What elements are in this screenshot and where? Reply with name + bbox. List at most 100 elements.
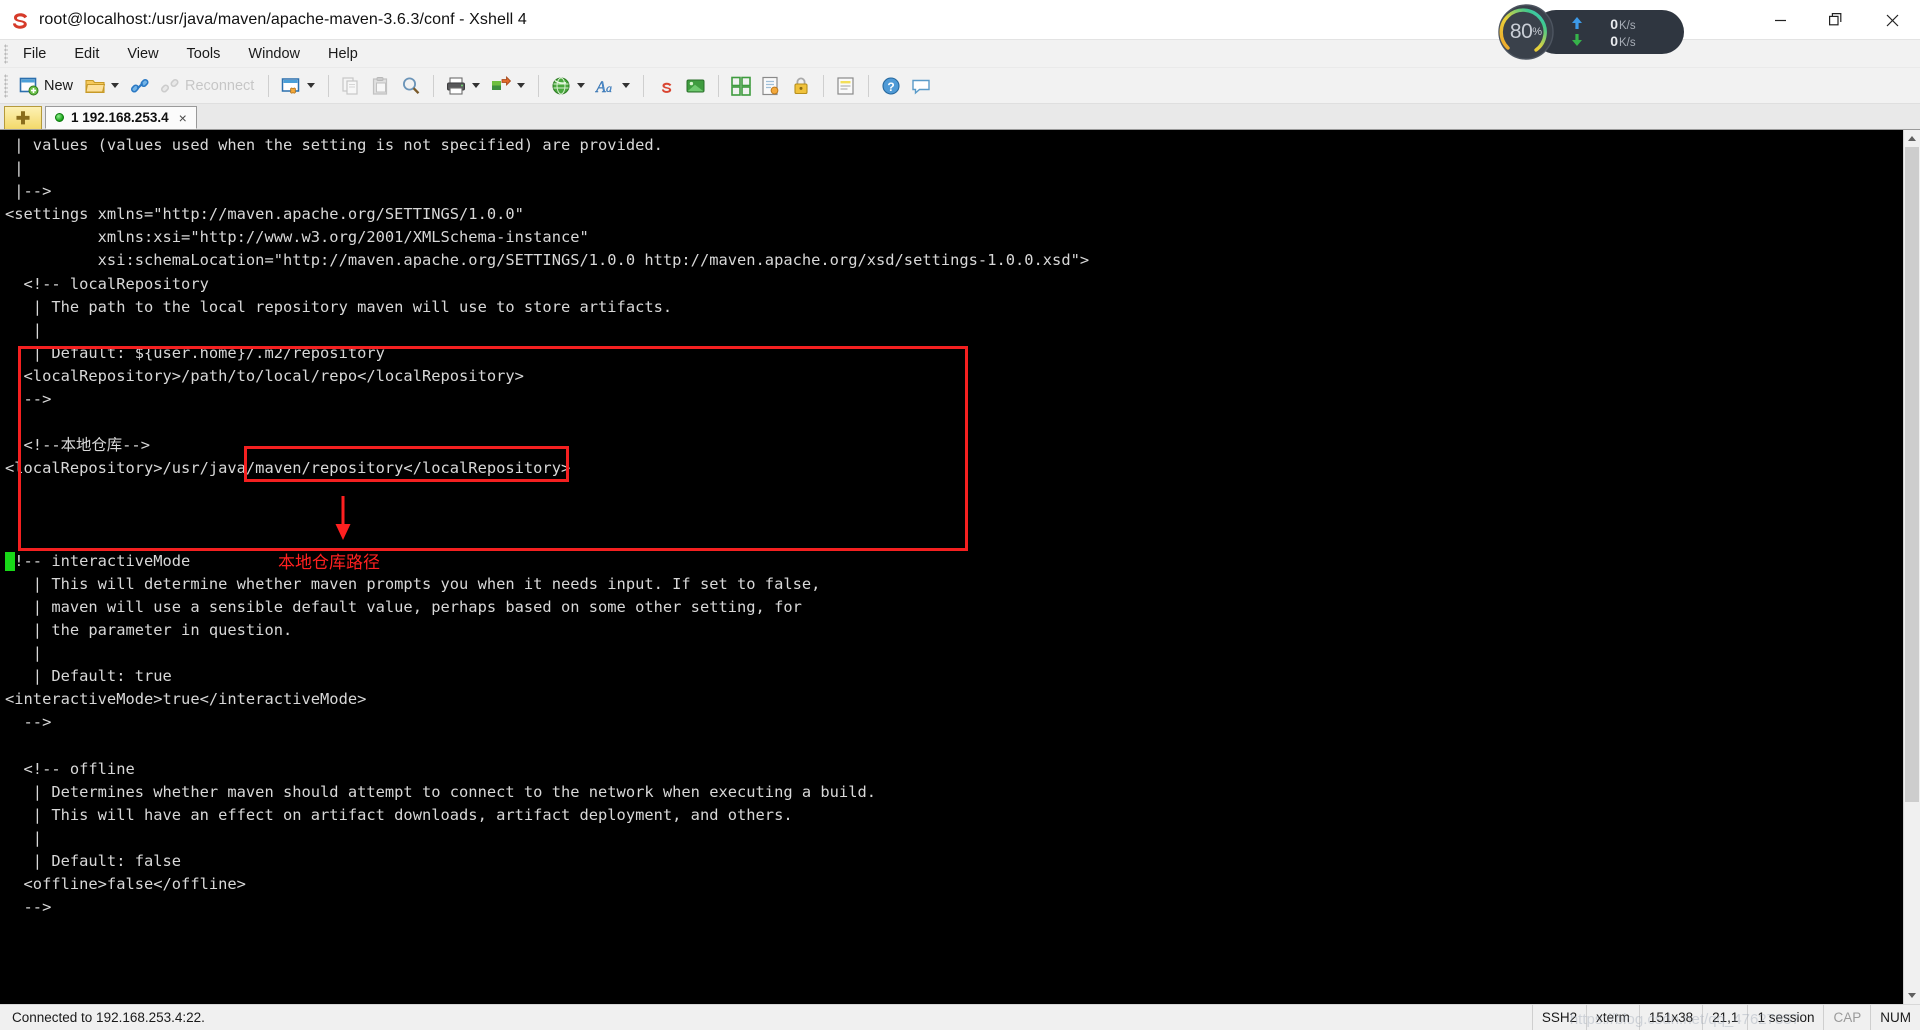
web-browser-button[interactable]: [546, 72, 591, 100]
reconnect-button[interactable]: Reconnect: [155, 72, 261, 100]
copy-button[interactable]: [336, 72, 366, 100]
chat-icon: [910, 75, 932, 97]
terminal-line: | Determines whether maven should attemp…: [5, 782, 876, 801]
menu-help[interactable]: Help: [317, 43, 369, 65]
terminal-line: <settings xmlns="http://maven.apache.org…: [5, 205, 524, 224]
highlight-icon: [835, 75, 857, 97]
arrow-down-icon: [1572, 33, 1582, 48]
log-button[interactable]: [756, 72, 786, 100]
terminal-scrollbar[interactable]: [1903, 130, 1920, 1004]
menu-view[interactable]: View: [116, 43, 169, 65]
terminal-line: | maven will use a sensible default valu…: [5, 597, 802, 616]
help-icon: ?: [880, 75, 902, 97]
find-button[interactable]: [396, 72, 426, 100]
connection-status: Connected to 192.168.253.4:22.: [12, 1010, 205, 1025]
web-browser-icon: [550, 75, 572, 97]
new-session-button[interactable]: New: [14, 72, 80, 100]
terminal-line: <!--本地仓库-->: [5, 436, 150, 455]
upload-speed-value: 0: [1610, 15, 1618, 32]
terminal-line: | the parameter in question.: [5, 620, 293, 639]
web-browser-caret-icon[interactable]: [577, 83, 586, 88]
toolbar-separator-2: [328, 74, 330, 97]
terminal-area: | values (values used when the setting i…: [0, 130, 1920, 1004]
gauge-percent-value: 80: [1509, 20, 1533, 43]
toolbar-separator-6: [718, 74, 720, 97]
arrow-up-icon: [1572, 16, 1582, 31]
upload-speed-unit: K/s: [1619, 19, 1636, 32]
print-caret-icon[interactable]: [472, 83, 481, 88]
connect-button[interactable]: [125, 72, 155, 100]
scrollbar-thumb[interactable]: [1905, 147, 1919, 803]
toolbar-separator-3: [433, 74, 435, 97]
help-button[interactable]: ?: [876, 72, 906, 100]
paste-button[interactable]: [366, 72, 396, 100]
terminal-output[interactable]: | values (values used when the setting i…: [0, 130, 1903, 1004]
tab-close-icon[interactable]: ×: [176, 111, 190, 125]
maximize-button[interactable]: [1808, 0, 1864, 40]
zmodem-transfer-button[interactable]: [651, 72, 681, 100]
session-properties-button[interactable]: [276, 72, 321, 100]
toolbar-separator-7: [823, 74, 825, 97]
download-speed-unit: K/s: [1619, 36, 1636, 49]
toolbar-separator-4: [538, 74, 540, 97]
terminal-line: xsi:schemaLocation="http://maven.apache.…: [5, 251, 1090, 270]
open-folder-icon: [84, 75, 106, 97]
highlight-button[interactable]: [831, 72, 861, 100]
compose-bar-button[interactable]: [726, 72, 756, 100]
status-bar: Connected to 192.168.253.4:22. https://b…: [0, 1004, 1920, 1030]
session-properties-caret-icon[interactable]: [307, 83, 316, 88]
scrollbar-track[interactable]: [1904, 147, 1920, 987]
chevron-up-icon: [1908, 136, 1916, 141]
chevron-down-icon: [1908, 993, 1916, 998]
menu-tools[interactable]: Tools: [176, 43, 232, 65]
terminal-tab-1[interactable]: 1 192.168.253.4 ×: [45, 106, 197, 129]
new-tab-button[interactable]: ✚: [4, 106, 42, 129]
menu-file[interactable]: File: [12, 43, 57, 65]
svg-text:?: ?: [888, 80, 895, 94]
print-icon: [445, 75, 467, 97]
menu-edit[interactable]: Edit: [63, 43, 110, 65]
terminal-line: | Default: true: [5, 667, 172, 686]
compose-bar-icon: [730, 75, 752, 97]
file-transfer-caret-icon[interactable]: [517, 83, 526, 88]
find-icon: [400, 75, 422, 97]
status-protocol: SSH2: [1531, 1005, 1586, 1030]
terminal-line: |-->: [5, 182, 52, 201]
toolbar: New Reconnect A a ?: [0, 68, 1920, 104]
gauge-percent-unit: %: [1532, 26, 1543, 38]
terminal-line: <!-- localRepository: [5, 274, 209, 293]
lock-icon: [790, 75, 812, 97]
font-caret-icon[interactable]: [622, 83, 631, 88]
zmodem-transfer-icon: [655, 75, 677, 97]
xftp-button[interactable]: [681, 72, 711, 100]
font-button[interactable]: A a: [591, 72, 636, 100]
terminal-line: |: [5, 644, 43, 663]
lock-button[interactable]: [786, 72, 816, 100]
open-session-caret-icon[interactable]: [111, 83, 120, 88]
print-button[interactable]: [441, 72, 486, 100]
upload-speed-row: 0 K/s: [1572, 16, 1684, 32]
network-speed-widget[interactable]: 0 K/s 0 K/s 80 %: [1498, 4, 1684, 60]
scroll-up-button[interactable]: [1904, 130, 1920, 147]
tab-label: 1 192.168.253.4: [71, 110, 169, 125]
terminal-line: <localRepository>/usr/java/maven/reposit…: [5, 459, 571, 478]
terminal-line: -->: [5, 390, 52, 409]
network-speed-pill: 0 K/s 0 K/s: [1534, 10, 1684, 54]
close-button[interactable]: [1864, 0, 1920, 40]
paste-icon: [370, 75, 392, 97]
file-transfer-button[interactable]: [486, 72, 531, 100]
log-icon: [760, 75, 782, 97]
chat-button[interactable]: [906, 72, 936, 100]
terminal-line: | Default: false: [5, 851, 182, 870]
scroll-down-button[interactable]: [1904, 987, 1920, 1004]
reconnect-label: Reconnect: [185, 77, 255, 94]
minimize-button[interactable]: [1752, 0, 1808, 40]
open-session-button[interactable]: [80, 72, 125, 100]
menu-window[interactable]: Window: [237, 43, 311, 65]
terminal-line: <!-- offline: [5, 759, 135, 778]
tab-strip: ✚ 1 192.168.253.4 ×: [0, 104, 1920, 130]
toolbar-separator-1: [268, 74, 270, 97]
status-num-indicator: NUM: [1870, 1005, 1920, 1030]
